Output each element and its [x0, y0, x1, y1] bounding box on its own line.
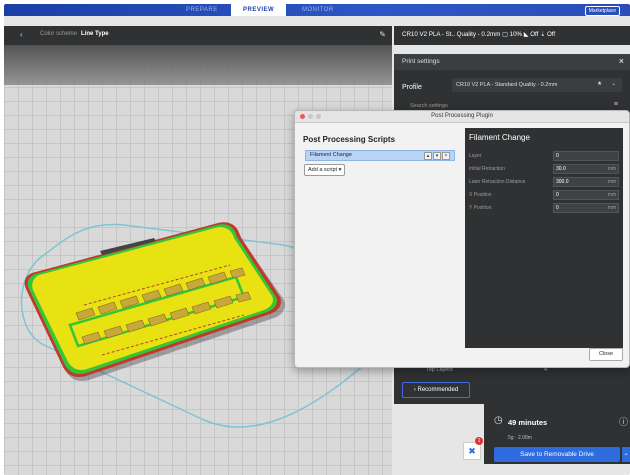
field-x-position: X Position 0 mm [469, 190, 619, 200]
color-scheme-bar[interactable]: ‹ Color scheme Line Type ✎ [4, 26, 392, 45]
magnet-icon: ✖ [468, 446, 476, 456]
chevron-down-icon: ⌄ [611, 81, 616, 87]
profile-label: Profile [402, 84, 422, 91]
print-settings-header: Print settings × [394, 54, 630, 70]
field-label: Y Position [469, 205, 492, 211]
recommended-button[interactable]: ‹ Recommended [402, 382, 470, 398]
add-script-button[interactable]: Add a script ▾ [304, 164, 346, 176]
chevron-left-icon[interactable]: ‹ [20, 30, 23, 39]
tab-prepare[interactable]: PREPARE [186, 4, 218, 16]
print-setup-summary[interactable]: CR10 V2 PLA - St.. Quality - 0.2mm ▢ 10%… [402, 31, 555, 38]
script-item-label: Filament Change [310, 152, 352, 158]
close-icon[interactable]: × [619, 56, 624, 66]
field-label: Layer [469, 153, 482, 159]
color-scheme-label: Color scheme Line Type [40, 31, 109, 37]
x-position-input[interactable]: 0 mm [553, 190, 619, 200]
marketplace-button[interactable]: Marketplace [584, 6, 620, 16]
field-later-retraction: Later Retraction Distance 300.0 mm [469, 177, 619, 187]
move-up-icon[interactable]: ▴ [424, 152, 432, 160]
print-setup-bar[interactable]: CR10 V2 PLA - St.. Quality - 0.2mm ▢ 10%… [394, 26, 630, 45]
material-estimate: 5g · 2.08m [508, 435, 532, 441]
profile-select[interactable]: CR10 V2 PLA - Standard Quality - 0.2mm ★… [452, 78, 622, 92]
chevron-down-icon[interactable]: ⌄ [622, 447, 630, 462]
layer-input[interactable]: 0 [553, 151, 619, 161]
menu-icon[interactable]: ≡ [614, 101, 618, 108]
field-label: X Position [469, 192, 492, 198]
field-initial-retraction: Initial Retraction 30.0 mm [469, 164, 619, 174]
tab-preview[interactable]: PREVIEW [231, 4, 287, 16]
filament-change-panel: Filament Change Layer 0 Initial Retracti… [465, 128, 623, 348]
stage-menu-bar: PREPARE PREVIEW MONITOR Marketplace [4, 4, 630, 16]
field-layer: Layer 0 [469, 151, 619, 161]
save-to-drive-button[interactable]: Save to Removable Drive [494, 447, 620, 462]
info-icon[interactable]: ⓘ [619, 415, 628, 428]
scripts-heading: Post Processing Scripts [303, 135, 396, 144]
clock-icon: ◷ [494, 415, 503, 426]
print-settings-title: Print settings [402, 58, 440, 65]
filament-change-title: Filament Change [469, 133, 530, 142]
star-icon: ★ [597, 81, 602, 87]
later-retraction-input[interactable]: 300.0 mm [553, 177, 619, 187]
dialog-titlebar: Post Processing Plugin [295, 111, 629, 123]
field-y-position: Y Position 0 mm [469, 203, 619, 213]
color-scheme-value[interactable]: Line Type [81, 31, 109, 37]
print-time: 49 minutes [508, 418, 548, 427]
pencil-icon[interactable]: ✎ [379, 30, 386, 39]
field-label: Later Retraction Distance [469, 179, 526, 185]
script-list-item[interactable]: Filament Change ▴ ▾ × [305, 150, 455, 161]
cura-window: PREPARE PREVIEW MONITOR Marketplace ‹ Co… [4, 4, 630, 475]
notification-badge: 1 [475, 437, 483, 445]
field-label: Initial Retraction [469, 166, 505, 172]
print-estimate-panel: ◷ 49 minutes ⓘ 5g · 2.08m Save to Remova… [484, 404, 630, 464]
close-button[interactable]: Close [589, 348, 623, 361]
move-down-icon[interactable]: ▾ [433, 152, 441, 160]
post-processing-dialog: Post Processing Plugin Post Processing S… [294, 110, 630, 368]
tab-monitor[interactable]: MONITOR [302, 4, 334, 16]
profile-select-value: CR10 V2 PLA - Standard Quality - 0.2mm [456, 82, 558, 88]
dropdown-arrow-icon: ▾ [338, 167, 342, 173]
y-position-input[interactable]: 0 mm [553, 203, 619, 213]
search-placeholder: Search settings [410, 103, 448, 109]
remove-script-icon[interactable]: × [442, 152, 450, 160]
dialog-title: Post Processing Plugin [431, 113, 493, 119]
initial-retraction-input[interactable]: 30.0 mm [553, 164, 619, 174]
